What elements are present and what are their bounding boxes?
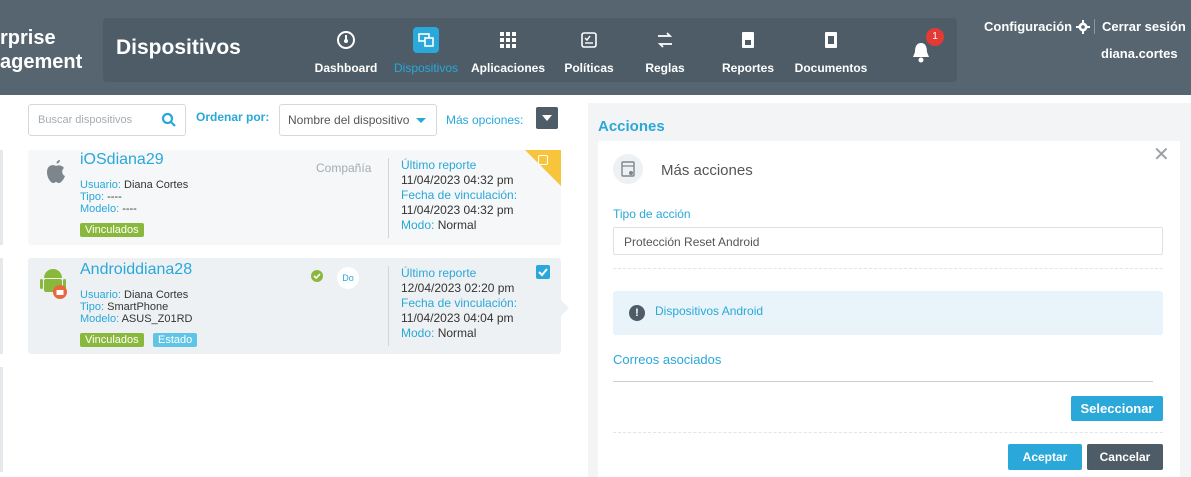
action-type-label: Tipo de acción <box>613 207 691 221</box>
device-user: Usuario: Diana Cortes <box>80 179 189 191</box>
more-actions-icon <box>613 154 643 184</box>
sort-label: Ordenar por: <box>196 110 270 124</box>
device-name[interactable]: Androiddiana28 <box>80 261 192 279</box>
accept-button[interactable]: Aceptar <box>1008 444 1082 470</box>
nav-politicas[interactable]: Políticas <box>560 27 618 83</box>
nav-dispositivos[interactable]: Dispositivos <box>390 27 462 83</box>
device-badge: Do <box>337 267 359 289</box>
documents-icon <box>818 27 844 53</box>
chevron-down-icon <box>416 118 426 123</box>
top-header: rprise agement Dispositivos Dashboard Di… <box>0 0 1191 95</box>
device-select-checkbox[interactable] <box>536 265 550 279</box>
select-button[interactable]: Seleccionar <box>1071 396 1163 421</box>
android-icon <box>40 266 70 305</box>
devices-icon <box>413 27 439 53</box>
search-input[interactable] <box>29 105 149 135</box>
info-text: Dispositivos Android <box>655 304 764 318</box>
notification-count-badge: 1 <box>926 28 944 46</box>
close-icon[interactable]: ✕ <box>1153 145 1170 165</box>
status-tag-estado: Estado <box>153 333 198 347</box>
device-type: Tipo: ---- <box>80 191 122 203</box>
emails-label: Correos asociados <box>613 352 722 367</box>
more-options-button[interactable] <box>536 107 558 129</box>
search-icon[interactable] <box>161 112 177 133</box>
sort-select-value: Nombre del dispositivo <box>288 113 410 127</box>
device-model: Modelo: ---- <box>80 203 137 215</box>
check-circle-icon <box>311 269 323 287</box>
policies-icon <box>576 27 602 53</box>
info-icon: ! <box>629 305 645 321</box>
device-user: Usuario: Diana Cortes <box>80 289 189 301</box>
header-divider <box>1094 19 1095 34</box>
ribbon-icon <box>538 155 548 165</box>
apps-grid-icon <box>495 27 521 53</box>
cancel-button[interactable]: Cancelar <box>1087 444 1163 470</box>
status-tag-vinculados: Vinculados <box>80 223 144 237</box>
logout-link[interactable]: Cerrar sesión <box>1102 19 1186 34</box>
dashed-divider <box>613 432 1163 433</box>
username: diana.cortes <box>1101 46 1178 61</box>
device-type: Tipo: SmartPhone <box>80 301 169 313</box>
search-box <box>28 104 186 136</box>
left-edge-strip <box>0 367 3 472</box>
nav-aplicaciones[interactable]: Aplicaciones <box>470 27 546 83</box>
left-edge-strip <box>0 150 3 245</box>
device-name[interactable]: iOSdiana29 <box>80 151 164 169</box>
dashboard-gauge-icon <box>333 27 359 53</box>
device-card-android[interactable]: Androiddiana28 Usuario: Diana Cortes Tip… <box>28 258 561 354</box>
status-tag-vinculados: Vinculados <box>80 333 144 347</box>
nav-documentos[interactable]: Documentos <box>793 27 869 83</box>
device-report-info: Último reporte 11/04/2023 04:32 pm Fecha… <box>401 158 518 232</box>
device-report-info: Último reporte 12/04/2023 02:20 pm Fecha… <box>401 266 518 340</box>
rules-icon <box>652 27 678 53</box>
brand-name: rprise agement <box>0 27 83 73</box>
nav-reglas[interactable]: Reglas <box>640 27 690 83</box>
gear-icon[interactable] <box>1076 20 1090 39</box>
info-box: ! Dispositivos Android <box>613 291 1163 335</box>
more-options-label: Más opciones: <box>446 113 524 127</box>
left-edge-strip <box>0 258 3 354</box>
card-divider <box>388 158 389 238</box>
card-pointer-arrow <box>561 300 569 316</box>
reports-icon <box>735 27 761 53</box>
apple-icon <box>45 158 67 189</box>
nav-dashboard[interactable]: Dashboard <box>313 27 379 83</box>
emails-input-line[interactable] <box>613 381 1153 382</box>
actions-title: Acciones <box>598 118 665 135</box>
config-link[interactable]: Configuración <box>984 19 1072 34</box>
page-title: Dispositivos <box>116 36 241 59</box>
device-card-ios[interactable]: iOSdiana29 Usuario: Diana Cortes Tipo: -… <box>28 150 561 245</box>
ownership-label: Compañía <box>316 161 372 175</box>
device-model: Modelo: ASUS_Z01RD <box>80 313 193 325</box>
nav-reportes[interactable]: Reportes <box>718 27 778 83</box>
more-actions-label: Más acciones <box>661 162 753 179</box>
sort-select[interactable]: Nombre del dispositivo <box>279 104 437 136</box>
action-type-select[interactable]: Protección Reset Android <box>613 227 1163 255</box>
dashed-divider <box>613 268 1163 269</box>
card-divider <box>388 266 389 346</box>
